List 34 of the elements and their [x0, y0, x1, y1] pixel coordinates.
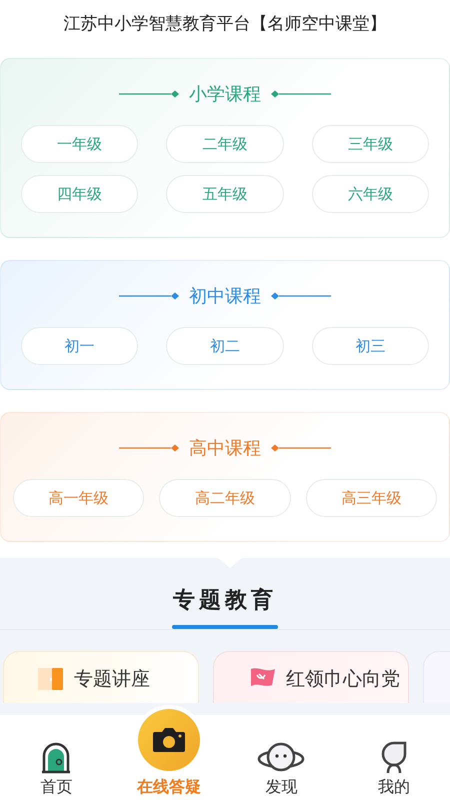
profile-icon	[380, 740, 408, 774]
grade-button[interactable]: 四年级	[21, 175, 138, 213]
grade-button[interactable]: 初一	[21, 327, 138, 365]
section-title: 高中课程	[189, 437, 261, 460]
grade-button[interactable]: 三年级	[312, 125, 429, 163]
right-ornament-icon	[271, 90, 331, 98]
grade-button[interactable]: 高一年级	[13, 479, 144, 517]
left-ornament-icon	[119, 292, 179, 300]
grade-button[interactable]: 初二	[166, 327, 284, 365]
planet-face-icon	[257, 742, 306, 774]
door-icon	[38, 666, 64, 690]
grade-button[interactable]: 高二年级	[159, 479, 291, 517]
section-heading: 专题教育	[173, 586, 277, 615]
left-ornament-icon	[119, 90, 179, 98]
grade-button[interactable]: 一年级	[21, 125, 138, 163]
section-title: 小学课程	[189, 83, 261, 106]
nav-tab[interactable]: 在线答疑	[112, 704, 225, 800]
grade-button[interactable]: 六年级	[312, 175, 429, 213]
nav-tab[interactable]: 发现	[225, 734, 338, 800]
grade-button[interactable]: 二年级	[166, 125, 284, 163]
grade-button[interactable]: 五年级	[166, 175, 284, 213]
page-title: 江苏中小学智慧教育平台【名师空中课堂】	[64, 12, 386, 34]
grade-button[interactable]: 初三	[312, 327, 429, 365]
topic-card[interactable]: 红领巾心向党	[213, 651, 409, 703]
nav-tab[interactable]: 首页	[0, 734, 112, 800]
section-title: 初中课程	[189, 285, 261, 308]
right-ornament-icon	[271, 444, 331, 452]
left-ornament-icon	[119, 444, 179, 452]
camera-icon	[152, 726, 186, 754]
right-ornament-icon	[271, 292, 331, 300]
dome-icon	[41, 742, 72, 774]
grade-button[interactable]: 高三年级	[306, 479, 437, 517]
topic-card[interactable]: 专题讲座	[3, 651, 199, 703]
nav-tab[interactable]: 我的	[338, 734, 450, 800]
